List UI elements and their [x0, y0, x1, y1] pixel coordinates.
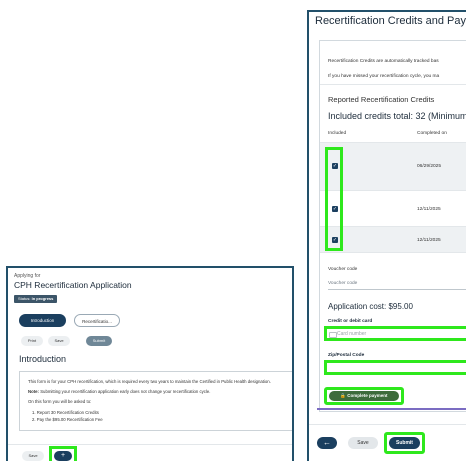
note-text: Note: Submitting your recertification ap…: [28, 389, 210, 394]
tab-introduction[interactable]: Introduction: [19, 314, 66, 327]
section-heading: Introduction: [19, 354, 67, 364]
column-included: Included: [328, 131, 347, 136]
zip-field[interactable]: [324, 360, 466, 375]
zip-label: Zip/Postal Code: [328, 353, 365, 358]
card-icon: [329, 332, 337, 338]
footer-divider: [309, 424, 466, 425]
print-button[interactable]: Print: [21, 336, 43, 346]
save-button[interactable]: Save: [48, 336, 70, 346]
completed-date: 12/11/2025: [417, 238, 441, 243]
payment-highlight: 🔒 Complete payment: [324, 387, 404, 405]
progress-line: [317, 408, 466, 410]
card-number-field[interactable]: Card number: [324, 326, 466, 341]
card-label: Credit or debit card: [328, 319, 373, 324]
complete-payment-label: Complete payment: [347, 393, 388, 398]
application-title: CPH Recertification Application: [14, 280, 132, 290]
tab-recertification[interactable]: Recertificatio...: [74, 314, 120, 327]
introduction-box: This form is for your CPH recertificatio…: [19, 371, 292, 431]
credits-payment-panel: Recertification Credits and Payme Recert…: [307, 10, 466, 461]
save-button[interactable]: Save: [348, 437, 378, 449]
note-label: Note:: [28, 389, 39, 394]
next-icon: +: [60, 452, 66, 459]
intro-text: This form is for your CPH recertificatio…: [28, 379, 271, 384]
arrow-left-icon: ←: [323, 438, 331, 447]
status-value: In progress: [31, 296, 54, 301]
info-text: If you have missed your recertification …: [328, 74, 440, 79]
divider: [320, 84, 466, 85]
application-cost: Application cost: $95.00: [328, 302, 413, 311]
column-completed-on: Completed on: [417, 131, 447, 136]
note-body: Submitting your recertification applicat…: [40, 389, 211, 394]
reported-credits-heading: Reported Recertification Credits: [328, 95, 435, 104]
card-number-placeholder: Card number: [337, 331, 367, 337]
page-title: Recertification Credits and Payme: [315, 15, 466, 27]
applying-for-label: Applying for: [14, 273, 41, 279]
back-button[interactable]: ←: [317, 437, 337, 449]
included-credits-total: Included credits total: 32 (Minimum: [328, 111, 466, 121]
lock-icon: 🔒: [340, 393, 347, 398]
next-button[interactable]: +: [54, 451, 72, 461]
voucher-label: Voucher code: [328, 267, 358, 272]
voucher-underline: [328, 289, 466, 290]
completed-date: 06/29/2025: [417, 164, 442, 169]
asked-text: On this form you will be asked to:: [28, 399, 92, 404]
footer-save-button[interactable]: Save: [22, 451, 44, 461]
list-item: 2. Pay the $95.00 Recertification Fee: [32, 417, 103, 422]
credits-card: Recertification Credits are automaticall…: [319, 40, 466, 412]
status-badge: Status: In progress: [14, 295, 58, 303]
list-item: 1. Report 30 Recertification Credits: [32, 410, 99, 415]
application-panel: Applying for CPH Recertification Applica…: [6, 266, 294, 461]
completed-date: 12/11/2025: [417, 207, 441, 212]
voucher-input[interactable]: Voucher code: [328, 281, 357, 286]
submit-button[interactable]: Submit: [86, 336, 112, 346]
checkbox-highlight: [325, 147, 343, 251]
submit-highlight: Submit: [384, 432, 425, 454]
info-text: Recertification Credits are automaticall…: [328, 59, 439, 64]
complete-payment-button[interactable]: 🔒 Complete payment: [329, 391, 399, 401]
status-label: Status:: [18, 296, 31, 301]
submit-button[interactable]: Submit: [389, 437, 420, 449]
table-header: Included Completed on: [320, 123, 466, 143]
